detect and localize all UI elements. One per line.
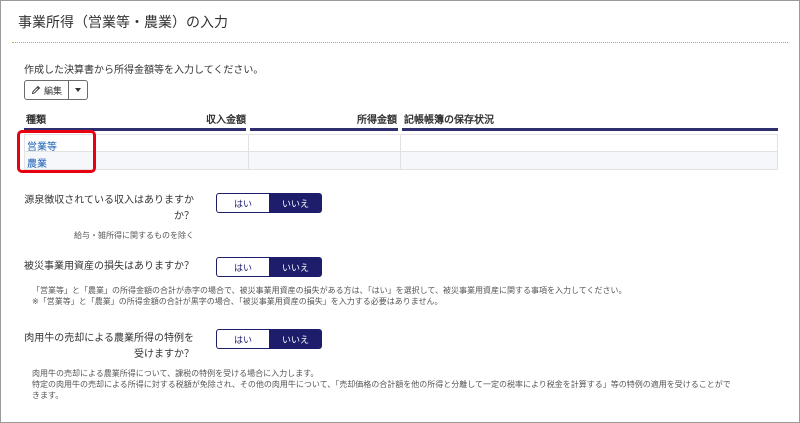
intro-text: 作成した決算書から所得金額等を入力してください。: [24, 65, 264, 76]
page-title: 事業所得（営業等・農業）の入力: [18, 15, 228, 31]
edit-button-label: 編集: [43, 86, 62, 97]
withholding-toggle: はい いいえ: [216, 193, 322, 213]
disaster-no-button[interactable]: いいえ: [270, 257, 322, 277]
cattle-yes-button[interactable]: はい: [216, 329, 270, 349]
withholding-yes-button[interactable]: はい: [216, 193, 270, 213]
disaster-note: 「営業等」と「農業」の所得金額の合計が赤字の場合で、被災事業用資産の損失がある方…: [32, 286, 627, 306]
header-rule: [250, 128, 398, 131]
column-header-bookkeeping: 記帳帳簿の保存状況: [404, 115, 494, 126]
pencil-icon: [31, 85, 41, 95]
column-header-profit: 所得金額: [357, 115, 397, 126]
disaster-toggle: はい いいえ: [216, 257, 322, 277]
question-disaster-label: 被災事業用資産の損失はありますか？: [24, 261, 194, 272]
withholding-note: 給与・雑所得に関するものを除く: [74, 231, 194, 240]
caret-down-icon: [75, 88, 81, 92]
column-header-income: 収入金額: [206, 115, 246, 126]
withholding-no-button[interactable]: いいえ: [270, 193, 322, 213]
disaster-yes-button[interactable]: はい: [216, 257, 270, 277]
edit-dropdown-button[interactable]: [69, 80, 88, 100]
cattle-toggle: はい いいえ: [216, 329, 322, 349]
question-withholding-label: 源泉徴収されている収入はありますか か？: [24, 195, 194, 222]
cattle-no-button[interactable]: いいえ: [270, 329, 322, 349]
question-cattle-label: 肉用牛の売却による農業所得の特例を 受けますか？: [24, 333, 194, 360]
table-row: 農業: [24, 152, 778, 170]
title-divider: [12, 42, 788, 43]
table-row: 営業等: [24, 134, 778, 153]
highlight-box: [17, 130, 96, 173]
edit-button[interactable]: 編集: [24, 80, 69, 100]
header-rule: [402, 128, 778, 131]
column-header-type: 種類: [26, 115, 46, 126]
edit-button-group: 編集: [24, 80, 88, 100]
cattle-note: 肉用牛の売却による農業所得について、課税の特例を受ける場合に入力します。 特定の…: [32, 369, 731, 400]
